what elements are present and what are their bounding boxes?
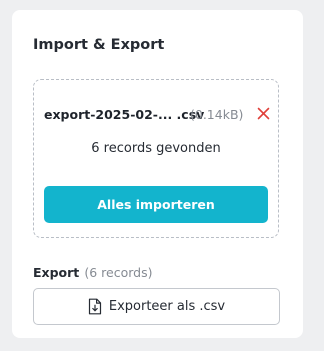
close-icon[interactable] [257, 107, 270, 120]
selected-file-row: export-2025-02-... .csv (0.14kB) [44, 104, 270, 124]
file-download-icon [88, 298, 101, 315]
file-size: (0.14kB) [190, 107, 244, 122]
export-section-label: Export (6 records) [33, 262, 153, 281]
export-csv-button[interactable]: Exporteer als .csv [33, 288, 280, 325]
export-heading: Export [33, 265, 80, 280]
card-title: Import & Export [33, 37, 165, 53]
export-record-count: (6 records) [84, 265, 153, 280]
import-dropzone[interactable]: export-2025-02-... .csv (0.14kB) 6 recor… [33, 79, 279, 238]
import-all-button[interactable]: Alles importeren [44, 186, 268, 223]
file-name: export-2025-02-... .csv [44, 107, 205, 122]
records-found-text: 6 records gevonden [91, 141, 221, 156]
export-button-content: Exporteer als .csv [34, 289, 279, 324]
export-button-label: Exporteer als .csv [108, 299, 226, 314]
import-export-card: Import & Export export-2025-02-... .csv … [12, 10, 303, 338]
